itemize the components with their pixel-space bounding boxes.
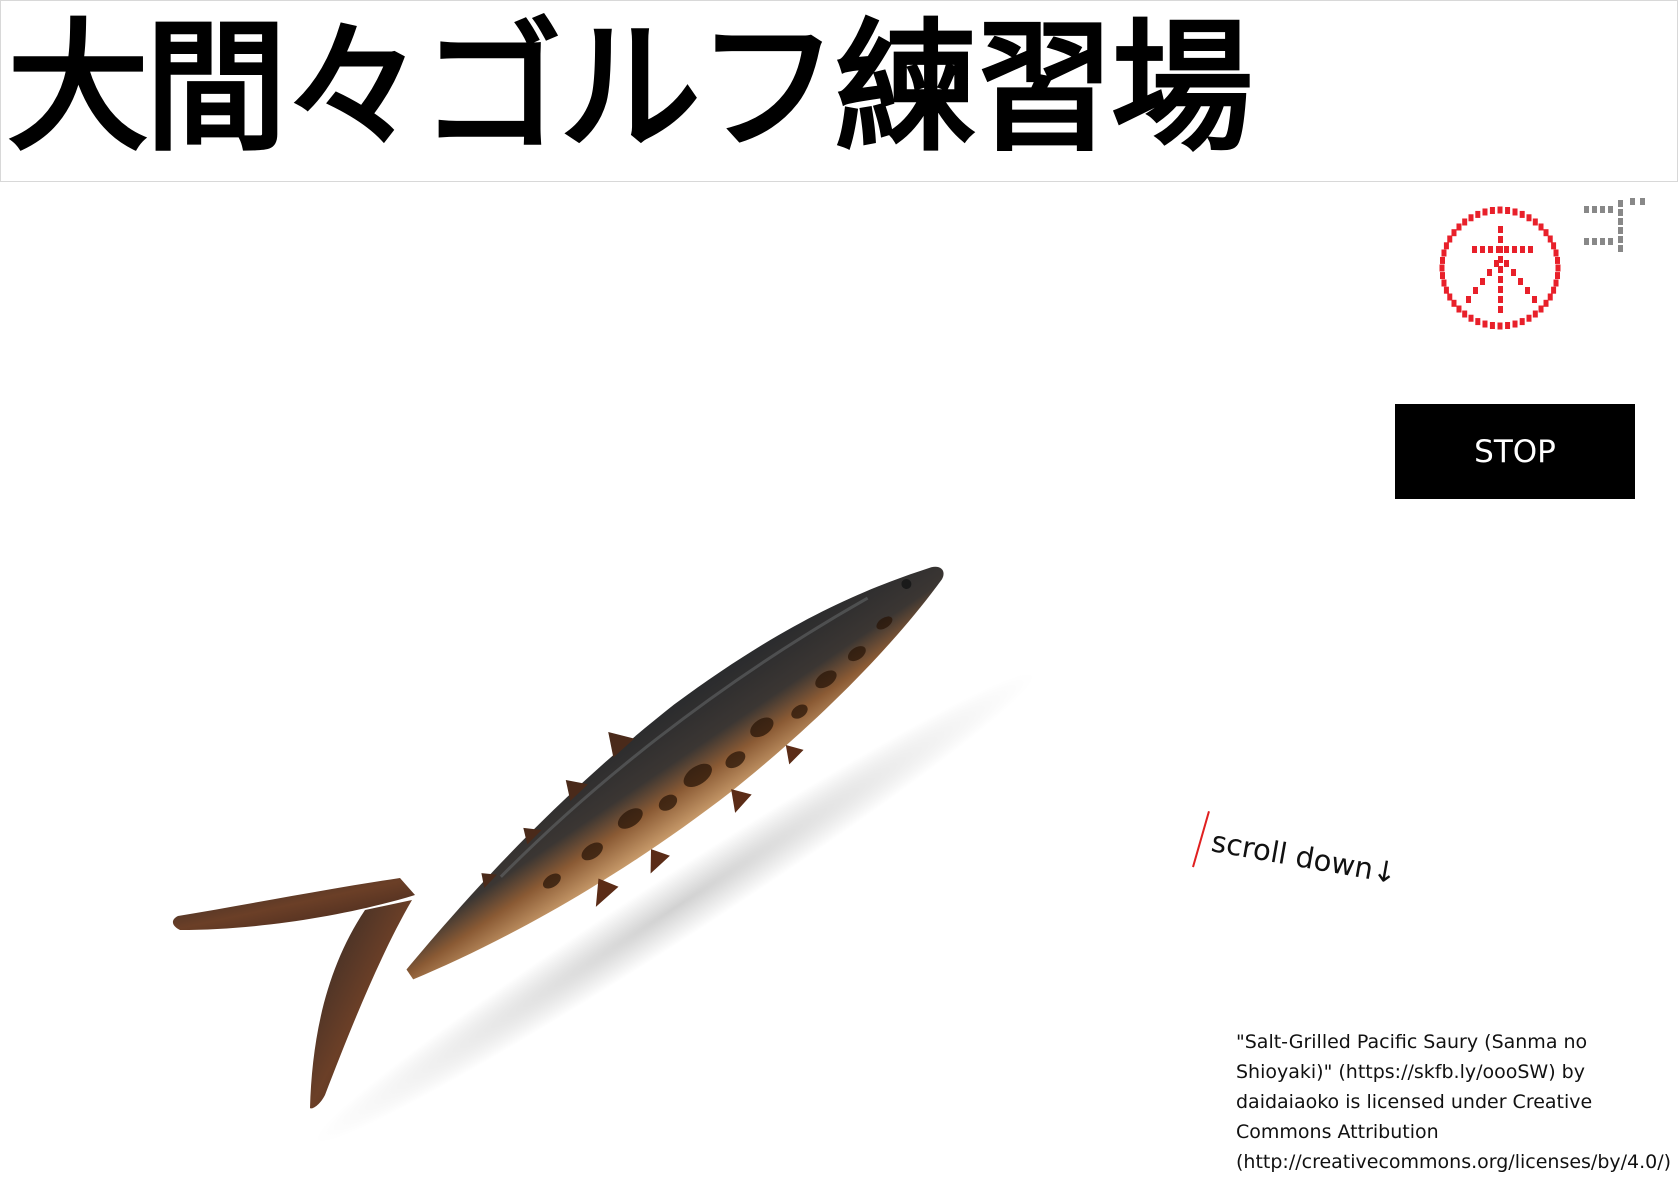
scroll-hint-label: scroll down↓ [1208,824,1400,891]
image-credit: "Salt-Grilled Pacific Saury (Sanma no Sh… [1236,1031,1672,1173]
page: 大間々ゴルフ練習場 STOP scroll down↓ "Salt-Grille… [0,0,1680,1184]
site-title[interactable]: 大間々ゴルフ練習場 [7,9,1253,169]
scroll-hint-bar [1192,811,1210,868]
site-header: 大間々ゴルフ練習場 [0,0,1678,182]
grilled-saury-fish-image [172,566,1036,1144]
dotted-circle-kanji-logo-icon[interactable] [1436,198,1656,338]
scroll-down-hint: scroll down↓ [1192,810,1402,902]
stop-button[interactable]: STOP [1395,404,1635,499]
